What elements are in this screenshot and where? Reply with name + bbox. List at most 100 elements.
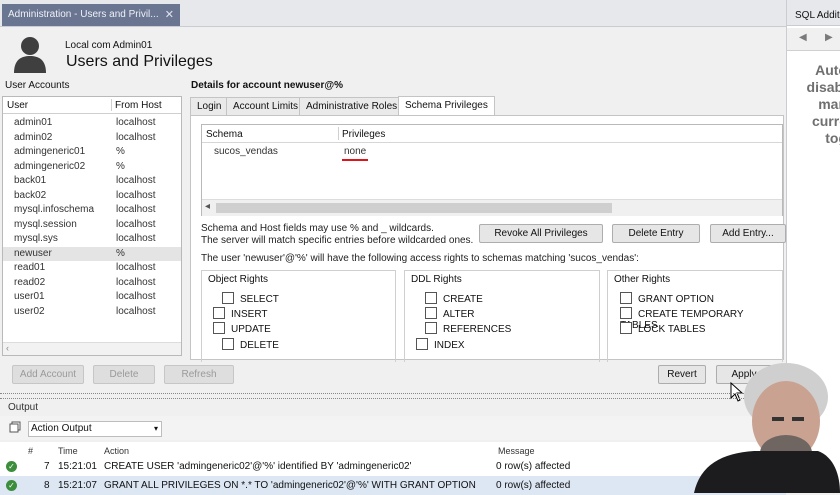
schema-privileges-panel: Schema Privileges sucos_vendas none ◂ Sc… — [190, 115, 786, 362]
user-accounts-list[interactable]: User From Host admin01 localhost admin02 lo… — [2, 96, 182, 356]
hint-line-1: Schema and Host fields may use % and _ w… — [201, 223, 434, 234]
user-name: mysql.infoschema — [14, 204, 95, 215]
delete-account-button[interactable]: Delete — [93, 365, 155, 384]
user-account-row[interactable]: back01 localhost — [3, 174, 181, 188]
user-name: read02 — [14, 276, 46, 288]
column-header-privileges[interactable]: Privileges — [342, 129, 385, 140]
user-account-row[interactable]: admin01 localhost — [3, 116, 181, 130]
success-icon: ✓ — [6, 461, 17, 472]
scrollbar-thumb[interactable] — [216, 203, 612, 213]
schema-privileges-table[interactable]: Schema Privileges sucos_vendas none ◂ — [201, 124, 783, 216]
checkbox-insert[interactable]: INSERT — [213, 307, 268, 320]
user-name: admingeneric01 — [14, 146, 86, 157]
user-account-row[interactable]: newuser% — [3, 246, 181, 261]
user-account-row[interactable]: back02 localhost — [3, 189, 181, 203]
splitter[interactable] — [0, 393, 786, 399]
user-name: user02 — [14, 305, 45, 317]
user-avatar-icon — [12, 35, 48, 73]
user-name: back02 — [14, 189, 47, 201]
sql-additions-nav: ◀ ▶ — [787, 28, 840, 51]
horizontal-scrollbar[interactable]: ◂ — [202, 199, 782, 216]
table-row[interactable]: ✓ 7 15:21:01 CREATE USER 'admingeneric02… — [0, 457, 786, 476]
user-account-row[interactable]: user02 localhost — [3, 305, 181, 319]
chevron-down-icon[interactable]: ▾ — [154, 422, 158, 436]
user-host: localhost — [116, 204, 156, 215]
checkbox-grant-option[interactable]: GRANT OPTION — [620, 292, 714, 305]
tab-login[interactable]: Login — [190, 97, 229, 115]
column-header-user[interactable]: User — [7, 100, 28, 111]
column-header-time: Time — [58, 446, 78, 456]
user-host: % — [116, 247, 125, 259]
revoke-all-privileges-button[interactable]: Revoke All Privileges — [479, 224, 603, 243]
user-name: admin01 — [14, 117, 53, 128]
table-row[interactable]: sucos_vendas none — [202, 144, 782, 161]
refresh-button[interactable]: Refresh — [164, 365, 234, 384]
user-host: localhost — [116, 189, 156, 201]
user-name: read01 — [14, 262, 46, 273]
user-account-row[interactable]: read02 localhost — [3, 276, 181, 290]
add-entry-button[interactable]: Add Entry... — [710, 224, 786, 243]
red-underline-annotation — [342, 159, 368, 161]
checkbox-select[interactable]: SELECT — [222, 292, 279, 305]
back-arrow-icon[interactable]: ◀ — [799, 32, 807, 43]
user-name: admingeneric02 — [14, 160, 86, 172]
privileges-cell: none — [344, 146, 367, 157]
wildcard-hint: Schema and Host fields may use % and _ w… — [201, 223, 473, 247]
document-tab-strip: Administration - Users and Privil... ✕ — [0, 0, 786, 27]
user-host: localhost — [116, 117, 156, 128]
user-account-row[interactable]: admingeneric01% — [3, 145, 181, 159]
output-table: # Time Action Message ✓ 7 15:21:01 CREAT… — [0, 442, 786, 495]
output-type-select[interactable]: Action Output ▾ — [28, 421, 162, 437]
user-account-row[interactable]: mysql.sys localhost — [3, 232, 181, 246]
user-accounts-title: User Accounts — [5, 80, 70, 91]
horizontal-scrollbar[interactable]: ‹ — [3, 342, 181, 355]
checkbox-lock-tables[interactable]: LOCK TABLES — [620, 322, 705, 335]
user-host: localhost — [116, 218, 156, 230]
user-host: localhost — [116, 291, 156, 302]
output-label: Output — [8, 402, 39, 413]
ddl-rights-group: DDL Rights CREATE ALTER REFERENCES INDEX — [404, 270, 600, 362]
other-rights-title: Other Rights — [614, 274, 671, 285]
user-host: localhost — [116, 262, 156, 273]
user-account-row[interactable]: user01 localhost — [3, 290, 181, 304]
column-header-from-host[interactable]: From Host — [115, 100, 162, 111]
tab-schema-privileges[interactable]: Schema Privileges — [398, 96, 495, 116]
add-account-button[interactable]: Add Account — [12, 365, 84, 384]
scroll-left-icon[interactable]: ‹ — [6, 343, 9, 353]
tab-label: Administration - Users and Privil... — [8, 9, 159, 20]
user-account-row[interactable]: admingeneric02% — [3, 160, 181, 174]
presenter-webcam-overlay — [694, 335, 840, 493]
checkbox-references[interactable]: REFERENCES — [425, 322, 511, 335]
output-type-value: Action Output — [31, 423, 92, 434]
user-name: mysql.session — [14, 218, 77, 230]
checkbox-index[interactable]: INDEX — [416, 338, 465, 351]
close-icon[interactable]: ✕ — [165, 4, 174, 26]
tab-account-limits[interactable]: Account Limits — [226, 97, 306, 115]
object-rights-group: Object Rights SELECT INSERT UPDATE DELET… — [201, 270, 396, 362]
ddl-rights-title: DDL Rights — [411, 274, 462, 285]
table-row[interactable]: ✓ 8 15:21:07 GRANT ALL PRIVILEGES ON *.*… — [0, 476, 786, 495]
forward-arrow-icon[interactable]: ▶ — [825, 32, 833, 43]
success-icon: ✓ — [6, 480, 17, 491]
delete-entry-button[interactable]: Delete Entry — [612, 224, 700, 243]
schema-cell: sucos_vendas — [214, 146, 278, 157]
user-account-row[interactable]: read01 localhost — [3, 261, 181, 275]
checkbox-delete[interactable]: DELETE — [222, 338, 279, 351]
tab-administrative-roles[interactable]: Administrative Roles — [299, 97, 405, 115]
user-name: user01 — [14, 291, 45, 302]
tab-administration-users[interactable]: Administration - Users and Privil... ✕ — [2, 4, 180, 26]
user-host: localhost — [116, 305, 156, 317]
checkbox-update[interactable]: UPDATE — [213, 322, 271, 335]
checkbox-alter[interactable]: ALTER — [425, 307, 475, 320]
user-account-row[interactable]: mysql.session localhost — [3, 218, 181, 232]
connection-name: Local com Admin01 — [65, 40, 153, 51]
checkbox-create[interactable]: CREATE — [425, 292, 483, 305]
user-host: localhost — [116, 175, 156, 186]
user-name: admin02 — [14, 131, 53, 143]
copy-icon[interactable] — [9, 421, 21, 436]
column-header-schema[interactable]: Schema — [206, 129, 243, 140]
scroll-left-icon[interactable]: ◂ — [205, 201, 210, 212]
sql-additions-title: SQL Additi — [787, 0, 840, 26]
user-account-row[interactable]: mysql.infoschema localhost — [3, 203, 181, 217]
user-account-row[interactable]: admin02 localhost — [3, 131, 181, 145]
